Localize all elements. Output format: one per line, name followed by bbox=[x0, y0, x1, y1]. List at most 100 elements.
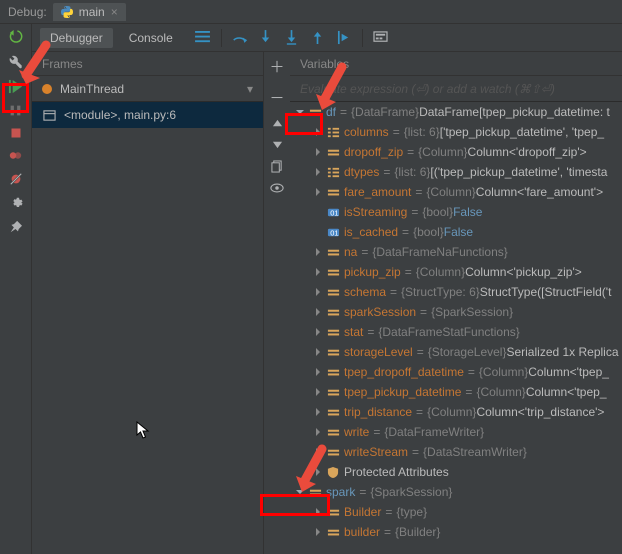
remove-watch-icon[interactable]: － bbox=[269, 87, 284, 108]
type-icon bbox=[326, 505, 340, 519]
chevron-right-icon[interactable] bbox=[312, 266, 324, 278]
var-name: write bbox=[344, 425, 369, 439]
type-icon bbox=[326, 125, 340, 139]
up-icon[interactable] bbox=[272, 118, 283, 129]
var-stat[interactable]: stat={DataFrameStatFunctions} bbox=[290, 322, 622, 342]
var-name: dtypes bbox=[344, 165, 379, 179]
console-tab[interactable]: Console bbox=[119, 28, 183, 48]
chevron-right-icon[interactable] bbox=[312, 166, 324, 178]
var-Builder[interactable]: Builder={type} bbox=[290, 502, 622, 522]
var-tpep_dropoff_datetime[interactable]: tpep_dropoff_datetime={Column} Column<'t… bbox=[290, 362, 622, 382]
frame-item[interactable]: <module>, main.py:6 bbox=[32, 102, 263, 128]
step-into-my-icon[interactable] bbox=[284, 30, 300, 46]
debug-titlebar: Debug: main × bbox=[0, 0, 622, 24]
var-name: dropoff_zip bbox=[344, 145, 403, 159]
resume-icon[interactable] bbox=[8, 79, 23, 94]
type-icon bbox=[326, 165, 340, 179]
var-sparkSession[interactable]: sparkSession={SparkSession} bbox=[290, 302, 622, 322]
var-pickup_zip[interactable]: pickup_zip={Column} Column<'pickup_zip'> bbox=[290, 262, 622, 282]
var-fare_amount[interactable]: fare_amount={Column} Column<'fare_amount… bbox=[290, 182, 622, 202]
var-builder[interactable]: builder={Builder} bbox=[290, 522, 622, 542]
var-write[interactable]: write={DataFrameWriter} bbox=[290, 422, 622, 442]
chevron-right-icon[interactable] bbox=[312, 526, 324, 538]
chevron-right-icon[interactable] bbox=[312, 466, 324, 478]
chevron-right-icon[interactable] bbox=[312, 406, 324, 418]
chevron-right-icon[interactable] bbox=[312, 286, 324, 298]
type-icon: 01 bbox=[326, 225, 340, 239]
var-name: na bbox=[344, 245, 357, 259]
var-protected[interactable]: Protected Attributes bbox=[290, 462, 622, 482]
var-dropoff_zip[interactable]: dropoff_zip={Column} Column<'dropoff_zip… bbox=[290, 142, 622, 162]
type-icon bbox=[326, 285, 340, 299]
stop-icon[interactable] bbox=[10, 127, 22, 139]
debugger-toolbar: Debugger Console bbox=[32, 24, 622, 52]
close-icon[interactable]: × bbox=[111, 5, 118, 19]
debug-title: Debug: bbox=[8, 5, 47, 19]
pin-icon[interactable] bbox=[9, 220, 22, 233]
var-trip_distance[interactable]: trip_distance={Column} Column<'trip_dist… bbox=[290, 402, 622, 422]
add-watch-icon[interactable]: ＋ bbox=[269, 56, 284, 77]
show-watches-icon[interactable] bbox=[270, 183, 284, 193]
copy-icon[interactable] bbox=[271, 160, 283, 173]
chevron-right-icon[interactable] bbox=[312, 306, 324, 318]
chevron-right-icon[interactable] bbox=[312, 326, 324, 338]
chevron-down-icon[interactable] bbox=[294, 106, 306, 118]
var-df[interactable]: df={DataFrame} DataFrame[tpep_pickup_dat… bbox=[290, 102, 622, 122]
run-to-cursor-icon[interactable] bbox=[336, 30, 352, 46]
frame-icon bbox=[42, 108, 56, 122]
type-icon bbox=[326, 385, 340, 399]
var-na[interactable]: na={DataFrameNaFunctions} bbox=[290, 242, 622, 262]
var-name: fare_amount bbox=[344, 185, 411, 199]
chevron-right-icon[interactable] bbox=[312, 366, 324, 378]
chevron-right-icon[interactable] bbox=[312, 146, 324, 158]
chevron-right-icon[interactable] bbox=[312, 126, 324, 138]
chevron-right-icon[interactable] bbox=[312, 386, 324, 398]
type-icon bbox=[326, 365, 340, 379]
wrench-icon[interactable] bbox=[9, 55, 23, 69]
mute-breakpoints-icon[interactable] bbox=[9, 172, 23, 186]
type-icon bbox=[326, 305, 340, 319]
debugger-tab[interactable]: Debugger bbox=[40, 28, 113, 48]
var-is_cached[interactable]: 01is_cached={bool} False bbox=[290, 222, 622, 242]
run-config-tab[interactable]: main × bbox=[53, 3, 126, 21]
chevron-right-icon[interactable] bbox=[312, 186, 324, 198]
type-icon bbox=[308, 105, 322, 119]
frames-header: Frames bbox=[32, 52, 263, 76]
threads-icon[interactable] bbox=[195, 30, 211, 46]
var-tpep_pickup_datetime[interactable]: tpep_pickup_datetime={Column} Column<'tp… bbox=[290, 382, 622, 402]
variables-tree[interactable]: df={DataFrame} DataFrame[tpep_pickup_dat… bbox=[290, 102, 622, 542]
var-writeStream[interactable]: writeStream={DataStreamWriter} bbox=[290, 442, 622, 462]
down-icon[interactable] bbox=[272, 139, 283, 150]
var-storageLevel[interactable]: storageLevel={StorageLevel} Serialized 1… bbox=[290, 342, 622, 362]
var-spark[interactable]: spark={SparkSession} bbox=[290, 482, 622, 502]
var-name: pickup_zip bbox=[344, 265, 401, 279]
step-out-icon[interactable] bbox=[310, 30, 326, 46]
var-columns[interactable]: columns={list: 6} ['tpep_pickup_datetime… bbox=[290, 122, 622, 142]
type-icon bbox=[326, 185, 340, 199]
var-isStreaming[interactable]: 01isStreaming={bool} False bbox=[290, 202, 622, 222]
type-icon bbox=[326, 145, 340, 159]
rerun-icon[interactable] bbox=[8, 30, 23, 45]
chevron-right-icon[interactable] bbox=[312, 446, 324, 458]
chevron-down-icon[interactable] bbox=[294, 486, 306, 498]
chevron-right-icon[interactable] bbox=[312, 506, 324, 518]
step-over-icon[interactable] bbox=[232, 30, 248, 46]
var-schema[interactable]: schema={StructType: 6} StructType([Struc… bbox=[290, 282, 622, 302]
svg-text:01: 01 bbox=[330, 228, 338, 237]
var-dtypes[interactable]: dtypes={list: 6} [('tpep_pickup_datetime… bbox=[290, 162, 622, 182]
view-breakpoints-icon[interactable] bbox=[9, 149, 22, 162]
variables-header-label: Variables bbox=[300, 57, 349, 71]
evaluate-icon[interactable] bbox=[373, 30, 389, 46]
variables-pane: ＋ － Variables Evaluate expression (⏎) or… bbox=[264, 52, 622, 554]
type-icon: 01 bbox=[326, 205, 340, 219]
chevron-right-icon[interactable] bbox=[312, 346, 324, 358]
pause-icon[interactable] bbox=[9, 104, 22, 117]
step-into-icon[interactable] bbox=[258, 30, 274, 46]
settings-icon[interactable] bbox=[9, 196, 23, 210]
thread-selector[interactable]: MainThread ▾ bbox=[32, 76, 263, 102]
chevron-right-icon[interactable] bbox=[312, 246, 324, 258]
var-name: isStreaming bbox=[344, 205, 407, 219]
chevron-right-icon[interactable] bbox=[312, 426, 324, 438]
type-icon bbox=[308, 485, 322, 499]
evaluate-expression-input[interactable]: Evaluate expression (⏎) or add a watch (… bbox=[290, 76, 622, 102]
